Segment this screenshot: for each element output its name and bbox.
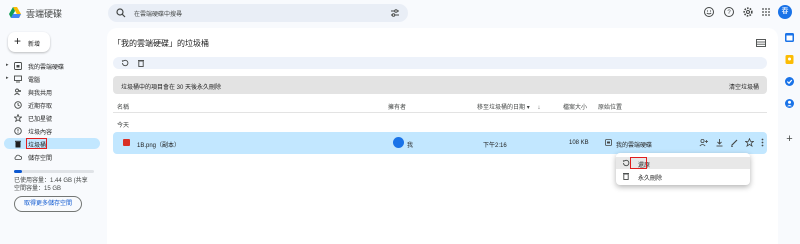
plus-icon: + — [14, 34, 22, 48]
side-panel-rail: + — [780, 28, 800, 244]
column-header-date-label: 移至垃圾桶的日期 — [477, 105, 526, 111]
app-title: 雲端硬碟 — [26, 9, 63, 19]
recent-icon — [14, 100, 22, 109]
storage-usage-fill — [14, 170, 22, 173]
header-divider — [113, 112, 767, 113]
sidebar-item-label: 垃圾內容 — [28, 130, 53, 136]
column-header-date[interactable]: 移至垃圾桶的日期 ▾ ↓ — [477, 102, 540, 111]
expand-arrow-icon[interactable]: ▸ — [6, 62, 9, 68]
trashed-date: 下午2:16 — [483, 143, 507, 149]
settings-gear-icon[interactable] — [742, 6, 754, 18]
top-bar: 雲端硬碟 在雲端硬碟中搜尋 ? 春 — [0, 0, 800, 28]
sidebar-item-trash[interactable]: 垃圾桶 — [4, 138, 100, 149]
column-header-owner[interactable]: 擁有者 — [388, 102, 406, 111]
sidebar-item-shared[interactable]: 與我共用 — [4, 86, 100, 97]
apps-grid-icon[interactable] — [760, 6, 772, 18]
sidebar-item-label: 已加星號 — [28, 117, 53, 123]
sidebar-item-label: 我的雲端硬碟 — [28, 65, 65, 71]
sidebar-item-my-drive[interactable]: ▸ 我的雲端硬碟 — [4, 60, 100, 71]
sidebar-item-spam[interactable]: 垃圾內容 — [4, 125, 100, 136]
search-options-icon[interactable] — [390, 8, 400, 18]
delete-forever-icon[interactable] — [137, 59, 145, 67]
image-file-icon — [123, 139, 130, 146]
search-bar[interactable]: 在雲端硬碟中搜尋 — [108, 4, 408, 22]
download-icon[interactable] — [715, 138, 724, 147]
sidebar-item-label: 與我共用 — [28, 91, 53, 97]
sidebar-item-recent[interactable]: 近期存取 — [4, 99, 100, 110]
storage-usage-bar — [14, 170, 94, 173]
banner-text: 垃圾桶中的項目會在 30 天後永久刪除 — [121, 85, 222, 91]
svg-text:?: ? — [727, 10, 731, 16]
context-menu: 還原 永久刪除 — [616, 153, 750, 185]
page-title: 「我的雲端硬碟」的垃圾桶 — [113, 39, 209, 48]
sidebar-item-label: 儲存空間 — [28, 156, 53, 162]
sidebar-item-storage[interactable]: 儲存空間 — [4, 151, 100, 162]
shared-icon — [14, 88, 21, 95]
my-drive-icon — [605, 139, 612, 146]
cloud-icon — [14, 154, 22, 160]
menu-item-restore[interactable]: 還原 — [616, 157, 750, 169]
star-icon[interactable] — [745, 138, 754, 147]
share-person-icon[interactable] — [699, 138, 708, 147]
list-view-icon[interactable] — [756, 38, 766, 48]
table-row[interactable]: 1B.png（副本） 我 下午2:16 108 KB 我的雲端硬碟 — [113, 132, 767, 154]
owner-avatar — [393, 137, 404, 148]
sidebar-item-label: 近期存取 — [28, 104, 53, 110]
search-input[interactable]: 在雲端硬碟中搜尋 — [134, 9, 182, 18]
new-button-label: 新增 — [28, 42, 41, 48]
keep-notes-icon[interactable] — [784, 54, 795, 65]
trash-info-banner: 垃圾桶中的項目會在 30 天後永久刪除 清空垃圾桶 — [113, 76, 767, 94]
original-location[interactable]: 我的雲端硬碟 — [616, 140, 652, 149]
dropdown-arrow-icon[interactable]: ▾ — [527, 105, 530, 111]
expand-arrow-icon[interactable]: ▸ — [6, 75, 9, 81]
star-icon — [14, 113, 22, 122]
sidebar-item-computers[interactable]: ▸ 電腦 — [4, 73, 100, 84]
get-more-storage-button[interactable]: 取得更多儲存空間 — [14, 196, 82, 212]
contacts-icon[interactable] — [784, 98, 795, 109]
get-addons-plus-icon[interactable]: + — [784, 134, 795, 145]
account-avatar[interactable]: 春 — [778, 5, 792, 19]
calendar-icon[interactable] — [784, 32, 795, 43]
column-header-size[interactable]: 檔案大小 — [563, 102, 587, 111]
file-name[interactable]: 1B.png（副本） — [137, 140, 180, 149]
menu-item-label: 永久刪除 — [638, 176, 663, 182]
owner-name: 我 — [407, 143, 414, 149]
file-size: 108 KB — [569, 140, 589, 146]
highlight-box — [26, 138, 47, 149]
sort-arrow-icon[interactable]: ↓ — [537, 105, 540, 111]
delete-forever-icon — [623, 173, 629, 180]
restore-icon[interactable] — [121, 59, 129, 67]
spam-icon — [14, 126, 22, 135]
storage-total-text: 空間容量：15 GB — [14, 186, 62, 192]
my-drive-icon — [14, 61, 22, 70]
highlight-box — [630, 157, 647, 169]
more-options-icon[interactable] — [758, 138, 767, 147]
menu-item-delete-forever[interactable]: 永久刪除 — [616, 170, 750, 182]
tasks-icon[interactable] — [784, 76, 795, 87]
sidebar-item-starred[interactable]: 已加星號 — [4, 112, 100, 123]
restore-icon — [622, 159, 630, 167]
help-icon[interactable]: ? — [723, 6, 735, 18]
column-header-location[interactable]: 原始位置 — [598, 102, 622, 111]
column-header-name[interactable]: 名稱 — [117, 102, 129, 111]
sidebar-item-label: 電腦 — [28, 78, 41, 84]
main-panel: 「我的雲端硬碟」的垃圾桶 垃圾桶中的項目會在 30 天後永久刪除 清空垃圾桶 名… — [107, 28, 778, 244]
drive-logo-icon[interactable] — [8, 6, 22, 20]
group-label-today: 今天 — [117, 123, 130, 129]
search-icon[interactable] — [116, 8, 126, 18]
empty-trash-button[interactable]: 清空垃圾桶 — [729, 82, 759, 91]
computer-icon — [14, 75, 22, 82]
trash-icon — [15, 140, 21, 147]
rename-pencil-icon[interactable] — [730, 138, 739, 147]
action-toolbar — [113, 57, 767, 69]
new-button[interactable]: + 新增 — [8, 32, 50, 52]
offline-status-icon[interactable] — [703, 6, 715, 18]
